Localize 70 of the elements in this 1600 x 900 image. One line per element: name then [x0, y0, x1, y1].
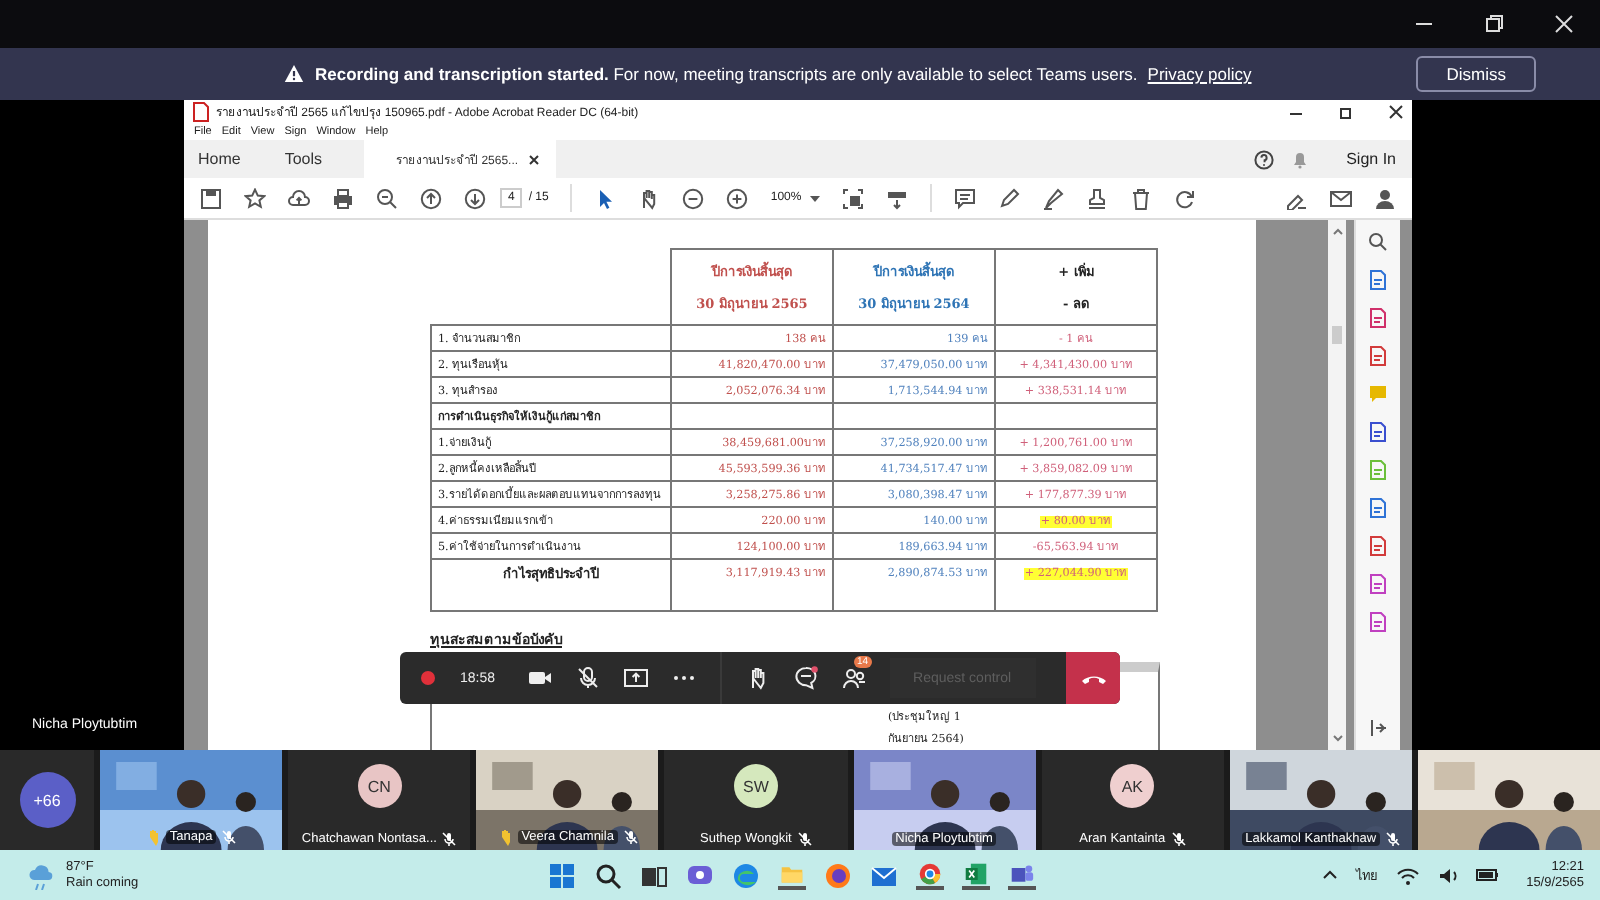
search-icon[interactable]	[594, 861, 622, 889]
restore-icon[interactable]	[1484, 14, 1504, 34]
help-icon[interactable]	[1254, 149, 1275, 169]
windows-icon[interactable]	[548, 861, 576, 889]
pen-icon[interactable]	[997, 187, 1020, 209]
save-icon[interactable]	[200, 187, 222, 209]
dismiss-button[interactable]: Dismiss	[1416, 56, 1536, 92]
wifi-icon[interactable]	[1396, 865, 1421, 885]
document-icon[interactable]	[1368, 612, 1388, 632]
close-icon[interactable]	[528, 153, 541, 165]
avatar: CN	[357, 764, 402, 808]
tab[interactable]: Home	[184, 140, 255, 178]
close-icon[interactable]	[1388, 103, 1404, 119]
rotate-icon[interactable]	[1173, 187, 1196, 209]
mail-icon[interactable]	[870, 861, 898, 889]
scrollbar-thumb[interactable]	[1332, 326, 1342, 344]
scrollbar[interactable]	[1328, 220, 1346, 750]
battery-icon[interactable]	[1476, 866, 1501, 884]
restore-icon[interactable]	[1338, 103, 1354, 119]
zoom-out-icon[interactable]	[682, 187, 705, 209]
cloud-upload-icon[interactable]	[288, 187, 310, 209]
document-icon[interactable]	[1368, 308, 1388, 328]
mail-icon[interactable]	[1330, 187, 1352, 209]
comment-icon[interactable]	[953, 187, 976, 209]
person-icon[interactable]	[1374, 187, 1396, 209]
privacy-policy-link[interactable]: Privacy policy	[1147, 64, 1252, 84]
spreadsheet-icon[interactable]	[962, 861, 990, 889]
document-icon[interactable]	[1368, 574, 1388, 594]
caret-icon	[809, 193, 820, 203]
up-arrow-icon[interactable]	[420, 187, 442, 209]
highlighter-icon[interactable]	[1041, 187, 1064, 209]
document-icon[interactable]	[1368, 346, 1388, 366]
scroll-up-icon[interactable]	[1331, 226, 1343, 238]
stamp-icon[interactable]	[1085, 187, 1108, 209]
banner-message: Recording and transcription started. For now, meeting transcripts are only available to select Teams users.	[314, 64, 1138, 84]
task-view-icon[interactable]	[640, 861, 668, 889]
document-icon[interactable]	[1368, 536, 1388, 556]
browser-icon[interactable]	[916, 861, 944, 889]
down-arrow-icon[interactable]	[464, 187, 486, 209]
zoom-in-icon[interactable]	[726, 187, 749, 209]
zoom-icon[interactable]	[1368, 232, 1388, 252]
warning-icon	[284, 64, 305, 84]
camera-icon[interactable]	[527, 666, 552, 690]
chat-icon[interactable]	[793, 666, 818, 690]
document-icon[interactable]	[1368, 498, 1388, 518]
document-icon[interactable]	[1368, 270, 1388, 290]
document-icon[interactable]	[1368, 422, 1388, 442]
share-screen-icon[interactable]	[623, 666, 648, 690]
avatar: SW	[733, 764, 778, 808]
people-icon[interactable]	[841, 666, 866, 690]
avatar: AK	[1110, 764, 1155, 808]
zoom-out-icon[interactable]	[376, 187, 398, 209]
trash-icon[interactable]	[1129, 187, 1152, 209]
more-participants-badge[interactable]: +66	[19, 772, 75, 828]
scroll-down-icon[interactable]	[1331, 732, 1343, 744]
print-icon[interactable]	[332, 187, 354, 209]
browser-icon[interactable]	[824, 861, 852, 889]
pointer-icon[interactable]	[594, 187, 617, 209]
sign-in-link[interactable]: Sign In	[1346, 150, 1396, 168]
hand-icon[interactable]	[638, 187, 661, 209]
volume-icon[interactable]	[1438, 865, 1459, 885]
mic-off-icon[interactable]	[575, 666, 600, 690]
leave-button[interactable]	[1066, 652, 1120, 704]
chevron-up-icon[interactable]	[1322, 868, 1339, 882]
tab[interactable]: Tools	[270, 140, 337, 178]
collapse-icon[interactable]	[1368, 718, 1388, 738]
people-icon[interactable]	[1008, 861, 1036, 889]
marquee-icon[interactable]	[841, 187, 864, 209]
folder-icon[interactable]	[778, 861, 806, 889]
star-icon[interactable]	[244, 187, 266, 209]
